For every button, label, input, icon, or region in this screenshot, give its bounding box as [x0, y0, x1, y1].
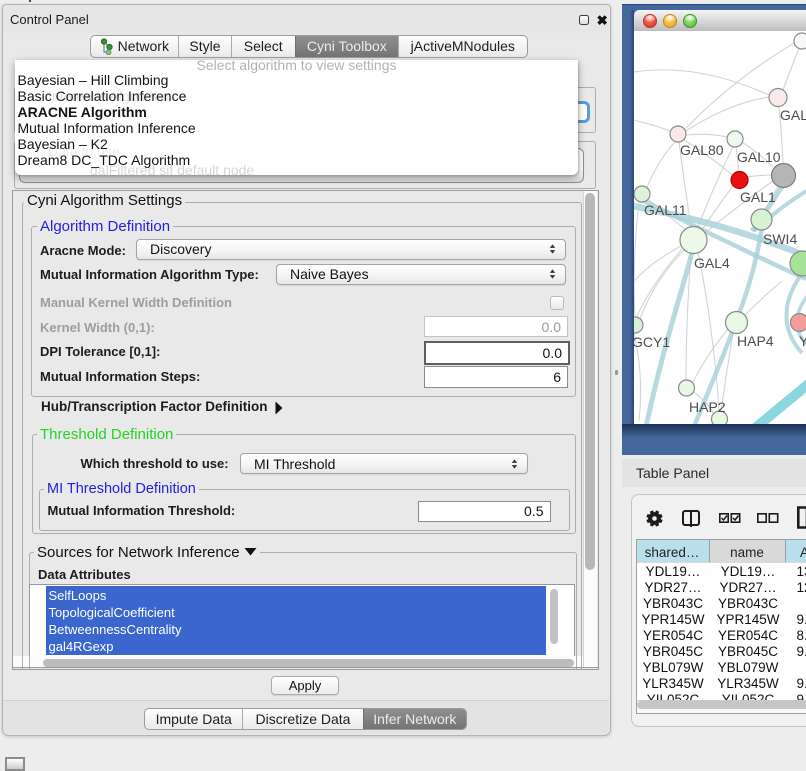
svg-text:GAL11: GAL11: [644, 202, 687, 218]
svg-text:HAP2: HAP2: [689, 399, 726, 415]
svg-text:GAL7: GAL7: [780, 107, 806, 123]
svg-text:GAL80: GAL80: [680, 142, 724, 158]
svg-text:SWI4: SWI4: [763, 231, 797, 247]
svg-text:HAP4: HAP4: [737, 333, 774, 349]
svg-text:GAL10: GAL10: [737, 149, 781, 165]
svg-text:GCY1: GCY1: [634, 334, 670, 350]
svg-text:Y: Y: [799, 333, 806, 349]
svg-text:GAL4: GAL4: [694, 255, 730, 271]
svg-text:GAL1: GAL1: [740, 189, 776, 205]
